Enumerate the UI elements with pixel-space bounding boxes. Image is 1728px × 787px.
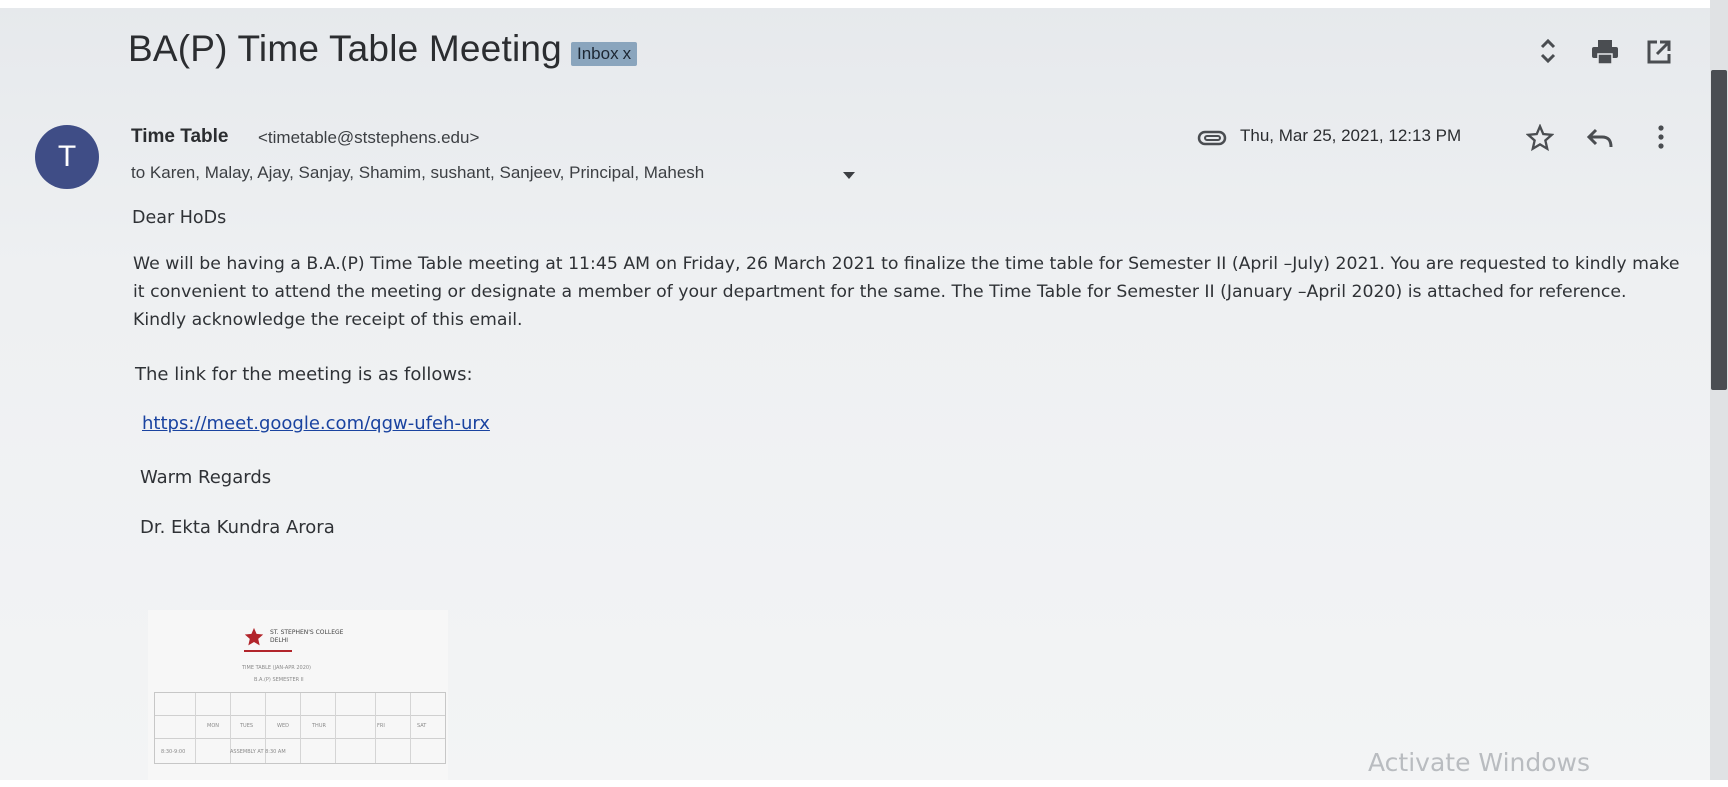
- attachment-table: MON TUES WED THUR FRI SAT 8:30-9:00 ASSE…: [154, 692, 446, 764]
- logo-underline: [244, 650, 292, 652]
- remove-label-button[interactable]: x: [623, 44, 632, 63]
- top-edge: [0, 0, 1728, 8]
- reply-icon[interactable]: [1585, 125, 1615, 151]
- more-vert-icon[interactable]: [1652, 122, 1670, 152]
- sender-avatar[interactable]: T: [35, 125, 99, 189]
- scrollbar-thumb[interactable]: [1711, 70, 1727, 390]
- unfold-icon[interactable]: [1536, 36, 1560, 66]
- attachment-college-city: DELHI: [270, 637, 289, 644]
- email-signature: Dr. Ekta Kundra Arora: [140, 517, 335, 538]
- attachment-title: TIME TABLE (JAN-APR 2020): [242, 665, 312, 671]
- inbox-label-chip[interactable]: Inbox x: [571, 42, 638, 66]
- day-header: TUES: [240, 723, 254, 729]
- sender-email: <timetable@ststephens.edu>: [258, 128, 480, 147]
- attachment-college-name: ST. STEPHEN'S COLLEGE: [270, 629, 344, 636]
- row-label: 8:30-9:00: [161, 749, 186, 755]
- email-date: Thu, Mar 25, 2021, 12:13 PM: [1240, 126, 1462, 145]
- meet-link[interactable]: https://meet.google.com/qgw-ufeh-urx: [142, 413, 490, 434]
- link-intro: The link for the meeting is as follows:: [135, 364, 473, 385]
- day-header: SAT: [417, 723, 427, 729]
- activate-windows-watermark: Activate Windows: [1368, 748, 1590, 777]
- bottom-edge: [0, 780, 1728, 787]
- email-greeting: Dear HoDs: [132, 208, 227, 228]
- label-text: Inbox: [577, 44, 619, 63]
- row-text: ASSEMBLY AT 8:30 AM: [230, 749, 286, 755]
- attachment-thumbnail[interactable]: ST. STEPHEN'S COLLEGE DELHI TIME TABLE (…: [148, 610, 448, 787]
- day-header: FRI: [377, 723, 385, 729]
- print-icon[interactable]: [1590, 38, 1620, 66]
- day-header: MON: [207, 723, 219, 729]
- day-header: THUR: [312, 723, 326, 729]
- star-icon[interactable]: [1525, 123, 1555, 153]
- email-closing: Warm Regards: [140, 467, 272, 488]
- sender-name[interactable]: Time Table: [131, 126, 229, 148]
- email-paragraph: We will be having a B.A.(P) Time Table m…: [133, 254, 1680, 330]
- paperclip-icon: [1196, 128, 1228, 148]
- email-view: BA(P) Time Table Meeting Inbox x T Time T…: [0, 0, 1728, 787]
- email-subject: BA(P) Time Table Meeting: [128, 28, 562, 69]
- open-in-new-window-icon[interactable]: [1645, 38, 1673, 66]
- day-header: WED: [277, 723, 289, 729]
- recipients-line: to Karen, Malay, Ajay, Sanjay, Shamim, s…: [131, 163, 705, 182]
- college-logo-icon: [244, 627, 264, 646]
- caret-down-icon[interactable]: [842, 168, 856, 186]
- attachment-subtitle: B.A.(P) SEMESTER II: [254, 677, 304, 683]
